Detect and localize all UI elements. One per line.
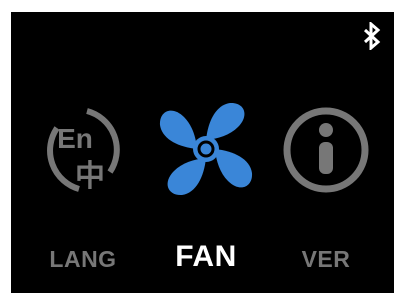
menu-item-fan[interactable]: FAN [146,100,266,290]
menu-item-ver[interactable]: VER [266,100,386,290]
fan-icon [159,102,253,196]
info-icon [283,107,369,193]
menu-item-lang[interactable]: En 中 LANG [23,100,143,290]
fan-label: FAN [175,240,237,273]
device-screen: En 中 LANG FAN VER [11,12,394,293]
language-en-zh-icon: En 中 [47,108,120,194]
bluetooth-icon [363,22,381,50]
ver-label: VER [301,246,351,272]
lang-en-glyph: En [57,123,93,154]
lang-zh-glyph: 中 [75,159,105,194]
lang-label: LANG [49,246,117,272]
